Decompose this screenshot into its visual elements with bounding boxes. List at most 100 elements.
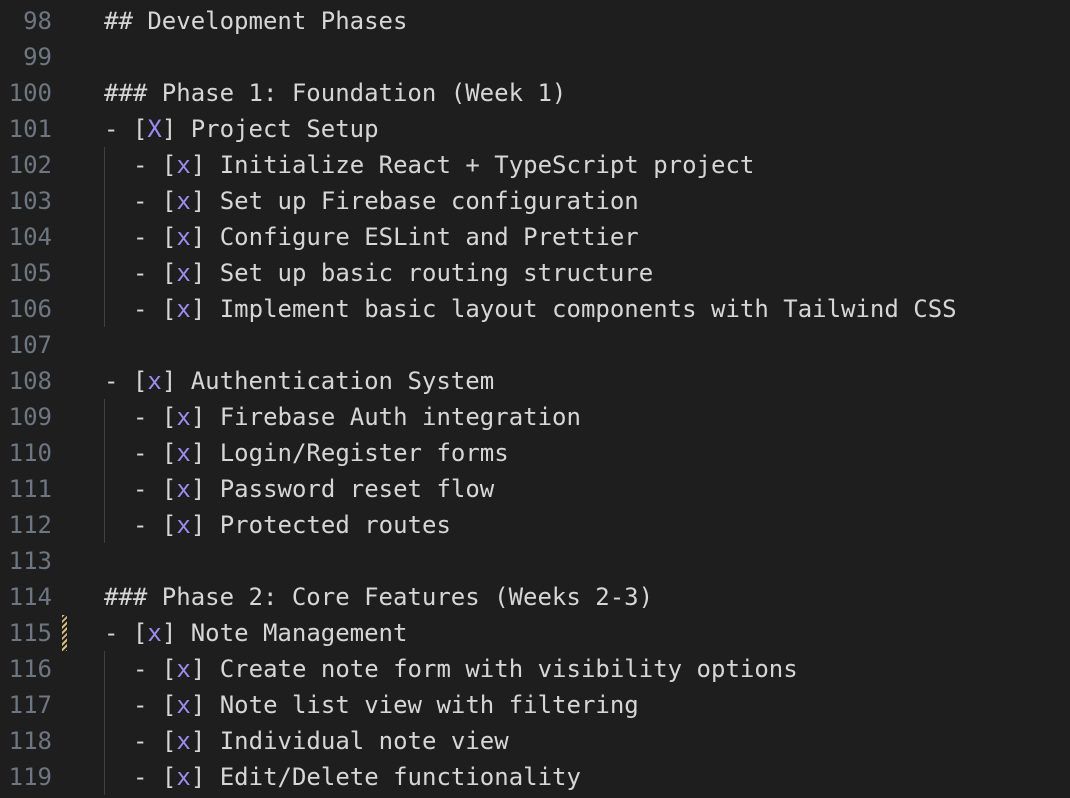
indent-guide [104,507,105,543]
task-list-item: - [x] Implement basic layout components … [133,291,957,327]
checkbox-mark: x [176,727,191,755]
line-number: 105 [8,259,52,287]
task-list-item: - [x] Protected routes [133,507,451,543]
checkbox-open-bracket: [ [161,727,177,755]
editor-line[interactable]: 107 [0,327,1070,363]
indent-guide [104,687,105,723]
editor-line[interactable]: 110 - [x] Login/Register forms [0,435,1070,471]
markdown-heading: ## Development Phases [104,7,408,35]
editor-line[interactable]: 102 - [x] Initialize React + TypeScript p… [0,147,1070,183]
task-text: Set up basic routing structure [219,259,654,287]
checkbox-close-bracket: ] [190,511,220,539]
line-number: 108 [8,367,52,395]
line-number: 116 [8,655,52,683]
checkbox-mark: x [176,403,191,431]
indent-guide [104,723,105,759]
editor-line[interactable]: 117 - [x] Note list view with filtering [0,687,1070,723]
editor-line[interactable]: 108 - [x] Authentication System [0,363,1070,399]
editor-line[interactable]: 101 - [X] Project Setup [0,111,1070,147]
indent-guide [104,651,105,687]
editor-line[interactable]: 119 - [x] Edit/Delete functionality [0,759,1070,795]
checkbox-mark: x [176,691,191,719]
line-number: 98 [23,7,52,35]
task-list-item: - [x] Note list view with filtering [133,687,639,723]
task-list-item: - [x] Firebase Auth integration [133,399,581,435]
editor-line[interactable]: 114 ### Phase 2: Core Features (Weeks 2-3… [0,579,1070,615]
editor-line[interactable]: 111 - [x] Password reset flow [0,471,1070,507]
task-text: Set up Firebase configuration [219,187,639,215]
editor-line[interactable]: 99 [0,39,1070,75]
task-list-item: - [x] Initialize React + TypeScript proj… [133,147,754,183]
checkbox-mark: x [176,655,191,683]
list-bullet: - [133,151,162,179]
checkbox-open-bracket: [ [161,403,177,431]
checkbox-close-bracket: ] [190,151,220,179]
list-bullet: - [133,655,162,683]
checkbox-open-bracket: [ [132,367,148,395]
checkbox-close-bracket: ] [190,727,220,755]
editor-line[interactable]: 103 - [x] Set up Firebase configuration [0,183,1070,219]
checkbox-open-bracket: [ [132,619,148,647]
checkbox-close-bracket: ] [190,439,220,467]
editor-line[interactable]: 118 - [x] Individual note view [0,723,1070,759]
checkbox-open-bracket: [ [161,475,177,503]
list-bullet: - [133,403,162,431]
list-bullet: - [133,295,162,323]
task-text: Firebase Auth integration [219,403,581,431]
checkbox-open-bracket: [ [161,223,177,251]
checkbox-open-bracket: [ [161,691,177,719]
task-list-item: - [x] Individual note view [133,723,509,759]
task-list-item: - [x] Password reset flow [133,471,494,507]
list-bullet: - [133,727,162,755]
editor-line[interactable]: 109 - [x] Firebase Auth integration [0,399,1070,435]
checkbox-close-bracket: ] [161,367,191,395]
list-bullet: - [104,367,133,395]
line-number: 107 [8,331,52,359]
checkbox-open-bracket: [ [161,259,177,287]
editor-line[interactable]: 106 - [x] Implement basic layout componen… [0,291,1070,327]
editor-line[interactable]: 104 - [x] Configure ESLint and Prettier [0,219,1070,255]
editor-line[interactable]: 116 - [x] Create note form with visibilit… [0,651,1070,687]
checkbox-open-bracket: [ [161,763,177,791]
markdown-heading: ### Phase 2: Core Features (Weeks 2-3) [104,583,654,611]
checkbox-open-bracket: [ [161,187,177,215]
editor-line[interactable]: 105 - [x] Set up basic routing structure [0,255,1070,291]
editor-line[interactable]: 113 [0,543,1070,579]
editor-line[interactable]: 98 ## Development Phases [0,3,1070,39]
list-bullet: - [133,691,162,719]
line-number: 102 [8,151,52,179]
editor-line[interactable]: 112 - [x] Protected routes [0,507,1070,543]
checkbox-close-bracket: ] [190,691,220,719]
task-text: Password reset flow [219,475,495,503]
checkbox-mark: x [176,223,191,251]
task-text: Implement basic layout components with T… [219,295,957,323]
task-text: Login/Register forms [219,439,509,467]
indent-guide [104,147,105,183]
indent-guide [104,219,105,255]
line-number: 117 [8,691,52,719]
code-editor[interactable]: 98 ## Development Phases 99 100 ### Phase 1:… [0,0,1070,798]
line-number: 104 [8,223,52,251]
indent-guide [104,255,105,291]
list-bullet: - [133,439,162,467]
list-bullet: - [133,223,162,251]
editor-line[interactable]: 115 - [x] Note Management [0,615,1070,651]
checkbox-mark: x [176,151,191,179]
checkbox-close-bracket: ] [190,763,220,791]
line-number: 112 [8,511,52,539]
editor-line[interactable]: 100 ### Phase 1: Foundation (Week 1) [0,75,1070,111]
modified-line-marker[interactable] [62,615,67,651]
indent-guide [104,399,105,435]
checkbox-mark: x [176,511,191,539]
list-bullet: - [133,259,162,287]
line-number: 119 [8,763,52,791]
task-text: Individual note view [219,727,509,755]
line-number: 115 [8,619,52,647]
checkbox-mark: x [176,439,191,467]
task-text: Project Setup [190,115,379,143]
list-bullet: - [133,511,162,539]
checkbox-close-bracket: ] [190,223,220,251]
list-bullet: - [104,115,133,143]
list-bullet: - [133,763,162,791]
task-list-item: - [x] Create note form with visibility o… [133,651,798,687]
